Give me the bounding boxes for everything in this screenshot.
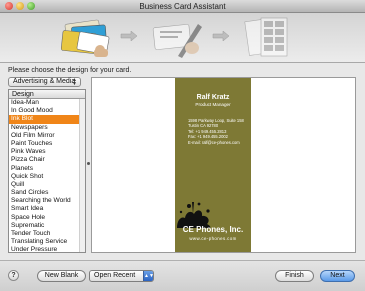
design-list-item[interactable]: Tender Touch [9,230,85,238]
chevron-updown-icon: ▲▼ [72,77,77,87]
design-list-header[interactable]: Design [9,90,85,99]
design-list-item[interactable]: Quill [9,181,85,189]
design-list-item[interactable]: Space Hole [9,214,85,222]
design-list[interactable]: Design Idea-Man In Good Mood Ink Blot Newsp… [8,89,86,253]
design-list-item[interactable]: Smart Idea [9,205,85,213]
design-list-item[interactable]: Sand Circles [9,189,85,197]
design-list-item[interactable]: Translating Service [9,238,85,246]
step-arrow-icon [212,31,230,41]
design-list-item[interactable]: Idea-Man [9,99,85,107]
design-list-item[interactable]: Under Pressure [9,246,85,252]
design-list-item[interactable]: Planets [9,165,85,173]
design-list-item[interactable]: Pizza Chair [9,156,85,164]
next-button[interactable]: Next [320,270,355,282]
chevron-updown-icon: ▲▼ [143,271,154,281]
new-blank-button[interactable]: New Blank [37,270,86,282]
title-bar: Business Card Assistant [0,0,365,13]
card-role: Product Manager [195,102,231,107]
design-list-item[interactable]: Old Film Mirror [9,132,85,140]
open-recent-label: Open Recent [94,272,136,279]
card-preview: Ralf Kratz Product Manager 1598 Parkway … [175,78,251,252]
card-company: CE Phones, Inc. [182,225,244,234]
window-title: Business Card Assistant [139,2,226,11]
design-list-item[interactable]: Newspapers [9,124,85,132]
print-layout-icon [244,17,288,57]
ink-blot-icon [177,202,211,228]
design-list-items: Idea-Man In Good Mood Ink Blot Newspapers Ol… [9,99,85,252]
design-list-item[interactable]: Quick Shot [9,173,85,181]
help-button[interactable]: ? [8,270,19,281]
category-value: Advertising & Media [13,78,76,85]
card-contact-info: 1598 Parkway Loop, Suite 158 Tustin CA 9… [188,118,244,145]
step-arrow-icon [120,31,138,41]
design-prompt: Please choose the design for your card. [8,67,132,74]
open-recent-popup[interactable]: Open Recent ▲▼ [89,270,154,282]
card-name: Ralf Kratz [196,94,230,101]
design-list-item[interactable]: Suprematic [9,222,85,230]
card-website: www.ce-phones.com [189,236,237,241]
finish-button[interactable]: Finish [275,270,314,282]
design-list-item[interactable]: Paint Touches [9,140,85,148]
split-view-handle[interactable] [87,162,90,165]
card-email: E-mail: ralf@ce-phones.com [188,139,240,145]
category-select[interactable]: Advertising & Media ▲ ▼ [8,77,81,87]
design-list-scrollbar[interactable] [79,99,85,252]
design-list-item[interactable]: Pink Waves [9,148,85,156]
choose-design-icon [60,19,110,57]
design-list-item[interactable]: Ink Blot [9,115,85,124]
design-list-item[interactable]: Searching the World [9,197,85,205]
edit-card-icon [152,24,202,58]
design-list-item[interactable]: In Good Mood [9,107,85,115]
step-indicator [0,13,365,63]
